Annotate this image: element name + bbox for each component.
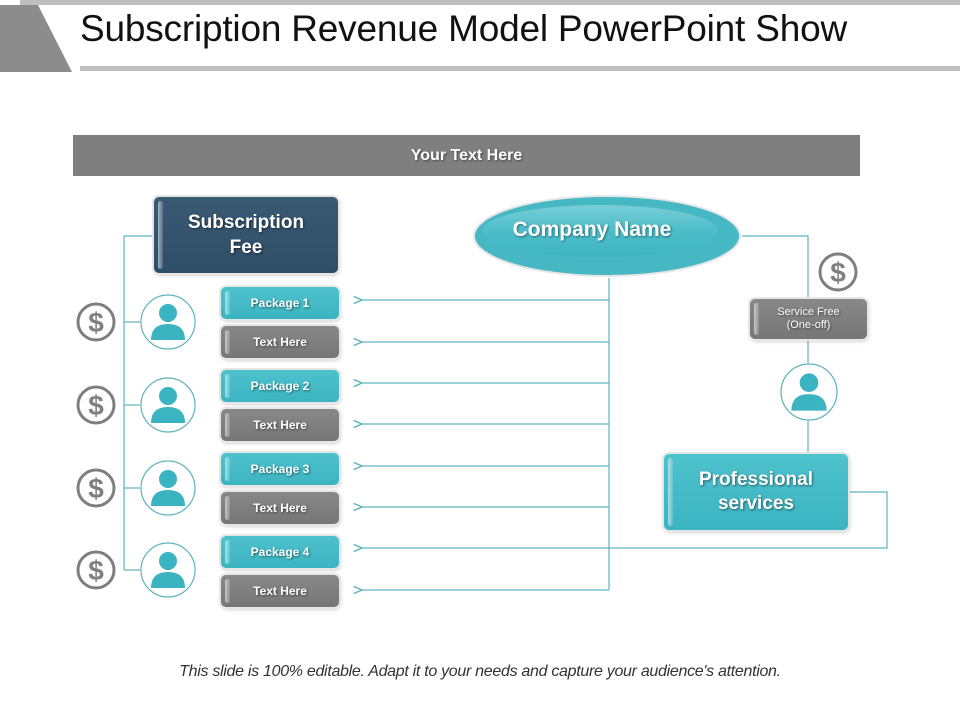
connector-lines [123,235,888,720]
user-circle-icon [140,460,196,516]
package-2-label: Package 2 [250,379,310,393]
service-fee-box[interactable]: Service Free (One-off) [750,299,867,339]
package-4-box[interactable]: Package 4 [221,536,339,568]
package-3-box[interactable]: Package 3 [221,453,339,485]
svg-text:$: $ [88,473,104,504]
package-3-label: Package 3 [250,462,310,476]
professional-services-box[interactable]: Professional services [664,454,848,530]
user-circle-icon [780,363,838,421]
package-2-text: Text Here [253,418,307,432]
subscription-fee-label: Subscription Fee [187,212,305,258]
company-to-service-line [742,235,809,299]
svg-text:$: $ [88,555,104,586]
dollar-circle-icon: $ [76,468,116,508]
svg-text:$: $ [830,257,846,288]
package-2-box[interactable]: Package 2 [221,370,339,402]
user-circle-icon [140,377,196,433]
footer-note: This slide is 100% editable. Adapt it to… [179,663,781,680]
package-1-text: Text Here [253,335,307,349]
dollar-circle-icon: $ [76,302,116,342]
package-4-label: Package 4 [250,545,310,559]
service-fee-label: Service Free (One-off) [777,306,840,331]
package-4-text-box[interactable]: Text Here [221,575,339,607]
package-3-text-box[interactable]: Text Here [221,492,339,524]
package-3-text: Text Here [253,501,307,515]
svg-text:$: $ [88,390,104,421]
package-4-text: Text Here [253,584,307,598]
dollar-circle-icon: $ [76,550,116,590]
package-2-text-box[interactable]: Text Here [221,409,339,441]
svg-text:$: $ [88,307,104,338]
dollar-circle-icon: $ [818,252,858,292]
package-1-text-box[interactable]: Text Here [221,326,339,358]
package-1-box[interactable]: Package 1 [221,287,339,319]
dollar-circle-icon: $ [76,385,116,425]
company-name-label: Company Name [512,218,672,241]
user-circle-icon [140,542,196,598]
user-circle-icon [140,294,196,350]
package-1-label: Package 1 [250,296,310,310]
subscription-fee-box[interactable]: Subscription Fee [154,197,338,273]
professional-services-label: Professional services [698,469,814,514]
